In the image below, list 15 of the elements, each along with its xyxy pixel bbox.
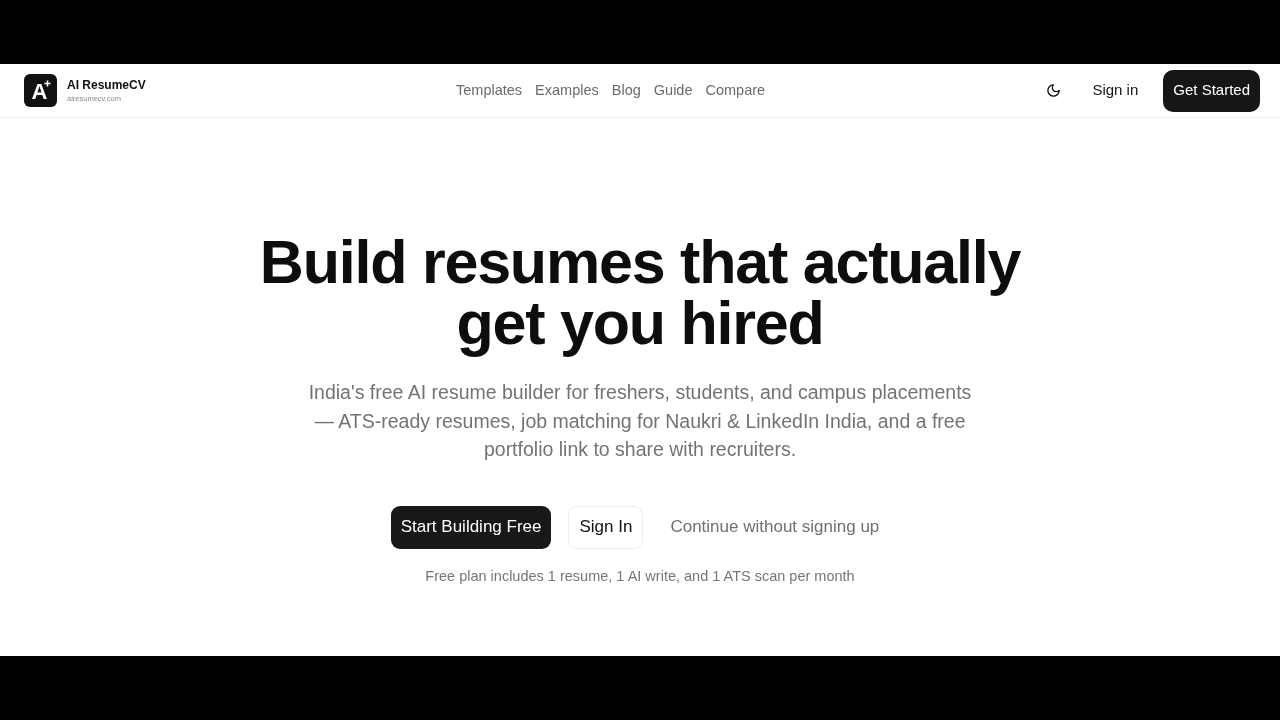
free-plan-note: Free plan includes 1 resume, 1 AI write, and 1 ATS scan per month xyxy=(425,566,855,586)
nav-link[interactable]: Blog xyxy=(611,79,641,102)
nav-link[interactable]: Templates xyxy=(456,79,523,102)
sign-in-link[interactable]: Sign in xyxy=(1084,79,1147,102)
moon-icon xyxy=(1045,83,1061,98)
hero-subtitle: India's free AI resume builder for freshers, students, and campus placements — ATS-ready resumes, job matching for Naukri & LinkedIn India, and a free portfolio link to share with recruiters. xyxy=(307,380,973,462)
get-started-button[interactable]: Get Started xyxy=(1163,69,1260,112)
nav-link[interactable]: Guide xyxy=(653,79,693,102)
start-building-button[interactable]: Start Building Free xyxy=(390,505,552,549)
sign-in-button[interactable]: Sign In xyxy=(568,505,644,549)
brand-name: AI ResumeCV xyxy=(67,78,146,91)
logo-letter: A xyxy=(31,81,48,103)
continue-link[interactable]: Continue without signing up xyxy=(660,505,890,549)
nav-link[interactable]: Compare xyxy=(705,79,766,102)
nav-link[interactable]: Examples xyxy=(535,79,599,102)
